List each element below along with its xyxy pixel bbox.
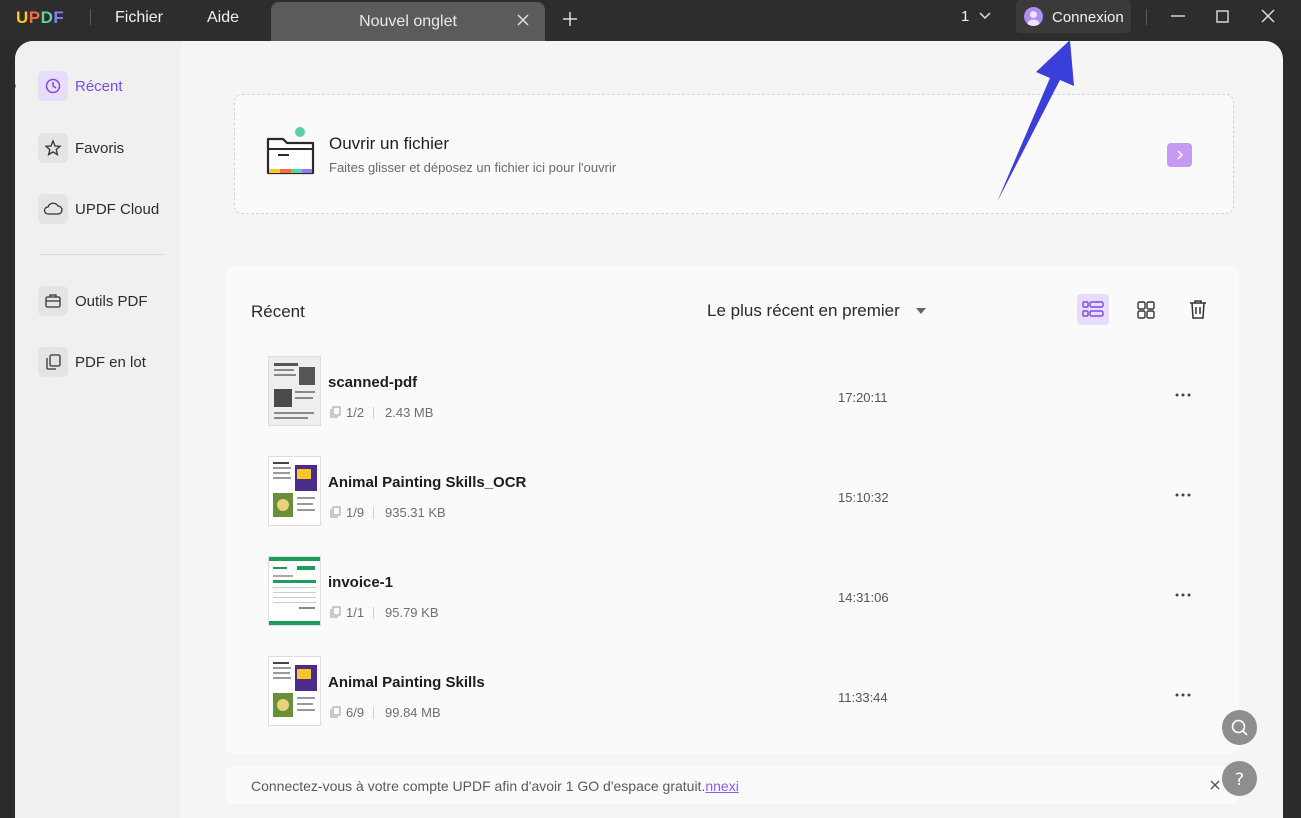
open-file-dropzone[interactable]: Ouvrir un fichier Faites glisser et dépo… (234, 94, 1234, 214)
file-name: Animal Painting Skills (328, 674, 485, 691)
sidebar-item-recent[interactable]: Récent (38, 71, 178, 101)
file-row[interactable]: Animal Painting Skills 6/9 99.84 MB 11:3… (226, 657, 1239, 757)
sidebar-label: Favoris (75, 140, 125, 157)
toolbox-icon (38, 286, 68, 316)
svg-text:?: ? (1235, 770, 1244, 790)
sidebar-item-favoris[interactable]: Favoris (38, 133, 178, 163)
meta-separator (373, 407, 374, 419)
main-window: Récent Favoris UPDF Cloud Outils PDF PDF… (15, 41, 1283, 818)
chevron-right-icon (1177, 150, 1184, 160)
chevron-down-icon[interactable] (978, 9, 992, 23)
connexion-button[interactable]: Connexion (1016, 0, 1131, 33)
meta-separator (373, 607, 374, 619)
list-view-icon (1082, 301, 1104, 317)
sidebar-label: Récent (75, 78, 123, 95)
clock-icon (38, 71, 68, 101)
pages-icon (330, 406, 341, 418)
more-options-icon[interactable] (1174, 690, 1192, 700)
pages-icon (330, 506, 341, 518)
updf-logo: UPDF (16, 8, 65, 27)
close-tab-icon[interactable] (515, 12, 531, 28)
file-time: 14:31:06 (838, 590, 889, 605)
sidebar-label: PDF en lot (75, 354, 146, 371)
file-thumbnail (269, 557, 320, 625)
help-icon: ? (1235, 770, 1244, 790)
search-icon (1231, 719, 1248, 736)
file-size: 2.43 MB (385, 405, 434, 420)
maximize-icon[interactable] (1212, 7, 1232, 27)
title-separator (90, 9, 91, 25)
close-icon[interactable] (1209, 779, 1221, 791)
file-pages: 1/2 (346, 405, 365, 420)
title-separator (1146, 9, 1147, 25)
more-options-icon[interactable] (1174, 490, 1192, 500)
grid-view-icon[interactable] (1135, 299, 1157, 321)
help-button[interactable]: ? (1222, 761, 1257, 796)
file-thumbnail (269, 657, 320, 725)
menu-fichier[interactable]: Fichier (115, 9, 163, 27)
file-name: Animal Painting Skills_OCR (328, 474, 527, 491)
file-time: 15:10:32 (838, 490, 889, 505)
file-time: 11:33:44 (838, 690, 888, 705)
sidebar-item-updf-cloud[interactable]: UPDF Cloud (38, 194, 178, 224)
list-view-button[interactable] (1077, 294, 1109, 325)
close-window-icon[interactable] (1258, 7, 1278, 27)
avatar-icon (1024, 7, 1043, 26)
file-thumbnail (269, 357, 320, 425)
sidebar-item-pdf-en-lot[interactable]: PDF en lot (38, 347, 178, 377)
file-size: 99.84 MB (385, 705, 441, 720)
tab-count[interactable]: 1 (961, 8, 969, 25)
file-row[interactable]: Animal Painting Skills_OCR 1/9 935.31 KB… (226, 457, 1239, 557)
file-time: 17:20:11 (838, 390, 888, 405)
sort-dropdown[interactable]: Le plus récent en premier (707, 301, 900, 321)
file-thumbnail (269, 457, 320, 525)
connexion-label: Connexion (1052, 9, 1124, 26)
meta-separator (373, 507, 374, 519)
more-options-icon[interactable] (1174, 390, 1192, 400)
sidebar-label: UPDF Cloud (75, 201, 160, 218)
open-file-button[interactable] (1167, 143, 1192, 167)
cloud-icon (38, 194, 68, 224)
batch-icon (38, 347, 68, 377)
star-icon (38, 133, 68, 163)
file-pages: 1/1 (346, 605, 365, 620)
menu-aide[interactable]: Aide (207, 9, 239, 27)
caret-down-icon[interactable] (915, 306, 927, 316)
title-bar: UPDF Fichier Aide Nouvel onglet 1 Connex… (0, 0, 1301, 41)
pages-icon (330, 606, 341, 618)
new-tab-plus-icon[interactable] (561, 10, 579, 28)
open-file-title: Ouvrir un fichier (329, 134, 449, 153)
login-notice-banner: Connectez-vous à votre compte UPDF afin … (226, 766, 1239, 804)
sidebar-divider (40, 254, 164, 255)
folder-icon (266, 127, 315, 175)
sidebar-indicator-dot (15, 83, 16, 89)
more-options-icon[interactable] (1174, 590, 1192, 600)
minimize-icon[interactable] (1168, 7, 1188, 27)
trash-icon[interactable] (1187, 298, 1209, 320)
recent-heading: Récent (251, 302, 305, 321)
sidebar: Récent Favoris UPDF Cloud Outils PDF PDF… (15, 41, 181, 818)
tab-nouvel-onglet[interactable]: Nouvel onglet (271, 2, 545, 41)
file-name: invoice-1 (328, 574, 394, 591)
tab-title: Nouvel onglet (359, 13, 457, 30)
notice-login-link[interactable]: nnexi (705, 778, 738, 794)
file-size: 95.79 KB (385, 605, 439, 620)
meta-separator (373, 707, 374, 719)
search-button[interactable] (1222, 710, 1257, 745)
file-pages: 1/9 (346, 505, 365, 520)
sidebar-label: Outils PDF (75, 293, 148, 310)
pages-icon (330, 706, 341, 718)
file-row[interactable]: scanned-pdf 1/2 2.43 MB 17:20:11 (226, 357, 1239, 457)
file-pages: 6/9 (346, 705, 365, 720)
recent-files-panel: Récent Le plus récent en premier scanned… (226, 266, 1239, 754)
sidebar-item-outils-pdf[interactable]: Outils PDF (38, 286, 178, 316)
file-name: scanned-pdf (328, 374, 418, 391)
open-file-subtitle: Faites glisser et déposez un fichier ici… (329, 160, 617, 175)
file-row[interactable]: invoice-1 1/1 95.79 KB 14:31:06 (226, 557, 1239, 657)
notice-message: Connectez-vous à votre compte UPDF afin … (251, 778, 706, 794)
notice-text: Connectez-vous à votre compte UPDF afin … (251, 778, 739, 794)
file-size: 935.31 KB (385, 505, 446, 520)
